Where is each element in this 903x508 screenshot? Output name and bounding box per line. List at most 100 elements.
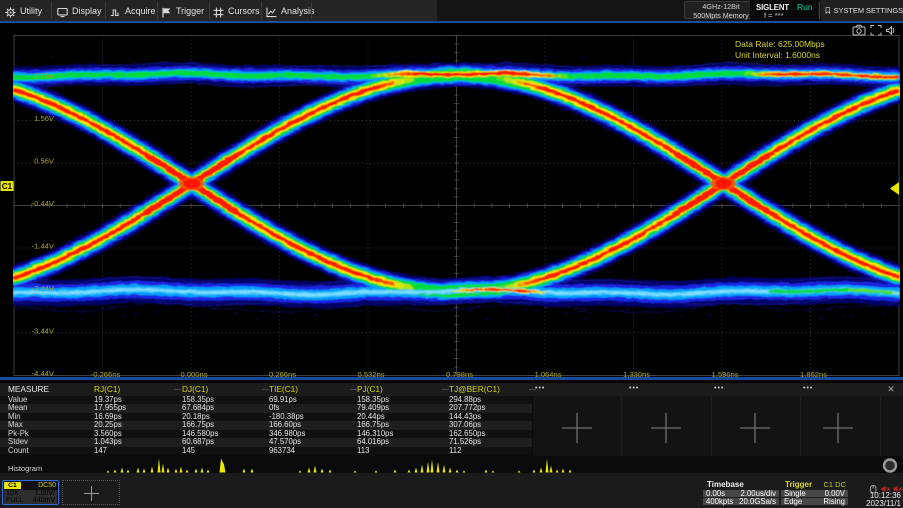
plus-icon — [821, 411, 855, 445]
trigger-flag-icon — [161, 5, 172, 16]
channel1-offset: 440mV — [33, 497, 55, 504]
empty-column-header[interactable]: ••• — [629, 383, 639, 395]
close-measure-button[interactable]: ✕ — [882, 383, 900, 396]
x-axis-label: 0.000ns — [180, 370, 207, 377]
waveform-plot[interactable]: 2.56V 1.56V 0.56V -0.44V -1.44V -2.44V -3.44V -… — [0, 23, 903, 377]
add-measure-slot[interactable] — [738, 411, 772, 445]
collapse-dash: — — [350, 383, 357, 396]
menu-label: Utility — [20, 6, 42, 16]
empty-column-header[interactable]: ••• — [535, 383, 545, 395]
y-axis-label: 1.56V — [34, 114, 55, 123]
timebase-scale: 2.00us/div — [740, 490, 776, 498]
trigger-title: Trigger — [785, 480, 812, 489]
measure-cell: 145 — [182, 447, 195, 455]
hardware-info-box: 4GHz-12Bit 500Mpts Memory — [684, 1, 758, 19]
timebase-title: Timebase — [707, 480, 744, 489]
measure-cell: 112 — [449, 447, 461, 455]
menu-divider — [105, 2, 106, 19]
channel1-probe: 10X — [6, 490, 18, 497]
channel1-row3: FULL 440mV — [4, 497, 57, 504]
menu-label: Acquire — [125, 6, 156, 16]
oscilloscope-screen: Utility Display Acquire Trigger Cursors Analy… — [0, 0, 903, 508]
channel1-descriptor[interactable]: C1 DC50 10X 1.00V/ FULL 440mV — [2, 480, 59, 505]
x-axis-label: 1.330ns — [623, 370, 650, 377]
bottom-status-bar: C1 DC50 10X 1.00V/ FULL 440mV Timebase 0… — [0, 473, 903, 508]
measure-cell: 147 — [94, 447, 107, 455]
trigger-type: Edge — [784, 498, 802, 506]
trigger-mode: Single — [784, 490, 806, 498]
display-icon — [57, 5, 68, 16]
x-axis-label: 1.862ns — [800, 370, 827, 377]
slot-divider — [880, 396, 881, 456]
add-measure-slot[interactable] — [821, 411, 855, 445]
analysis-icon — [266, 5, 277, 16]
menu-item-trigger[interactable]: Trigger — [161, 0, 204, 21]
timebase-row1: 0.00s 2.00us/div — [703, 490, 779, 498]
menu-label: Trigger — [176, 6, 204, 16]
unit-interval-readout: Unit Interval: 1.6000ns — [735, 50, 820, 60]
empty-column-header[interactable]: ••• — [714, 383, 724, 395]
slot-divider — [711, 396, 712, 456]
x-axis-label: 1.596ns — [711, 370, 738, 377]
histogram-plot — [0, 456, 903, 473]
y-axis-label: -2.44V — [32, 284, 55, 293]
collapse-dash: — — [174, 383, 181, 396]
menu-divider — [209, 2, 210, 19]
add-channel-slot[interactable] — [62, 480, 120, 505]
menu-label: Analysis — [281, 6, 315, 16]
menu-item-analysis[interactable]: Analysis — [266, 0, 315, 21]
y-axis-label: -1.44V — [32, 242, 55, 251]
channel1-scale: 1.00V/ — [35, 490, 55, 497]
topbar-divider — [819, 2, 820, 19]
timebase-points: 400kpts — [706, 498, 733, 506]
histogram-strip: Histogram — [0, 456, 903, 473]
x-axis-label: -0.266ns — [91, 370, 121, 377]
empty-column-header[interactable]: ••• — [803, 383, 813, 395]
add-measure-slot[interactable] — [649, 411, 683, 445]
status-icons — [869, 481, 903, 491]
gear-icon — [5, 5, 16, 16]
y-axis-label: -3.44V — [32, 327, 55, 336]
menu-item-display[interactable]: Display — [57, 0, 102, 21]
bookmark-icon — [825, 5, 831, 16]
channel1-coupling: DC50 — [38, 482, 56, 489]
trigger-slope: Rising — [823, 498, 845, 506]
plus-icon — [83, 485, 100, 502]
collapse-dash: — — [262, 383, 269, 396]
measure-row-label: Count — [8, 447, 29, 455]
trigger-frequency-readout: f = *** — [764, 11, 783, 20]
data-rate-readout: Data Rate: 625.00Mbps — [735, 39, 825, 49]
measure-cell: 113 — [357, 447, 369, 455]
plus-icon — [738, 411, 772, 445]
menu-item-acquire[interactable]: Acquire — [110, 0, 156, 21]
add-measure-slot[interactable] — [560, 411, 594, 445]
tie-histogram — [0, 459, 903, 473]
cursors-icon — [213, 5, 224, 16]
menu-item-utility[interactable]: Utility — [5, 0, 42, 21]
svg-text:C1: C1 — [2, 182, 13, 191]
timebase-samplerate: 20.0GSa/s — [739, 498, 776, 506]
trigger-row1: Single 0.00V — [781, 490, 848, 498]
menu-item-cursors[interactable]: Cursors — [213, 0, 260, 21]
acquisition-status[interactable]: Run — [797, 2, 813, 12]
menu-divider — [157, 2, 158, 19]
clock-date: 2023/11/1 — [866, 500, 901, 508]
x-axis-label: 0.266ns — [269, 370, 296, 377]
trigger-level: 0.00V — [825, 490, 845, 498]
knob-indicator[interactable] — [884, 460, 896, 472]
x-axis-label: 0.532ns — [357, 370, 384, 377]
measure-cell: 963734 — [269, 447, 295, 455]
channel1-chip: C1 — [4, 482, 21, 489]
top-menu-bar: Utility Display Acquire Trigger Cursors Analy… — [0, 0, 903, 21]
menu-divider — [51, 2, 52, 19]
acquire-icon — [110, 5, 121, 16]
trigger-row2: Edge Rising — [781, 498, 848, 506]
y-axis-label: 0.56V — [34, 157, 55, 166]
y-axis-label: -0.44V — [32, 199, 55, 208]
channel1-row2: 10X 1.00V/ — [4, 490, 57, 497]
y-axis-label: -4.44V — [32, 369, 55, 377]
channel1-bandwidth: FULL — [6, 497, 23, 504]
channel1-offset-marker[interactable]: C1 — [1, 181, 14, 191]
system-settings-button[interactable]: SYSTEM SETTINGS — [821, 0, 903, 21]
y-axis-label: 2.56V — [34, 72, 55, 81]
